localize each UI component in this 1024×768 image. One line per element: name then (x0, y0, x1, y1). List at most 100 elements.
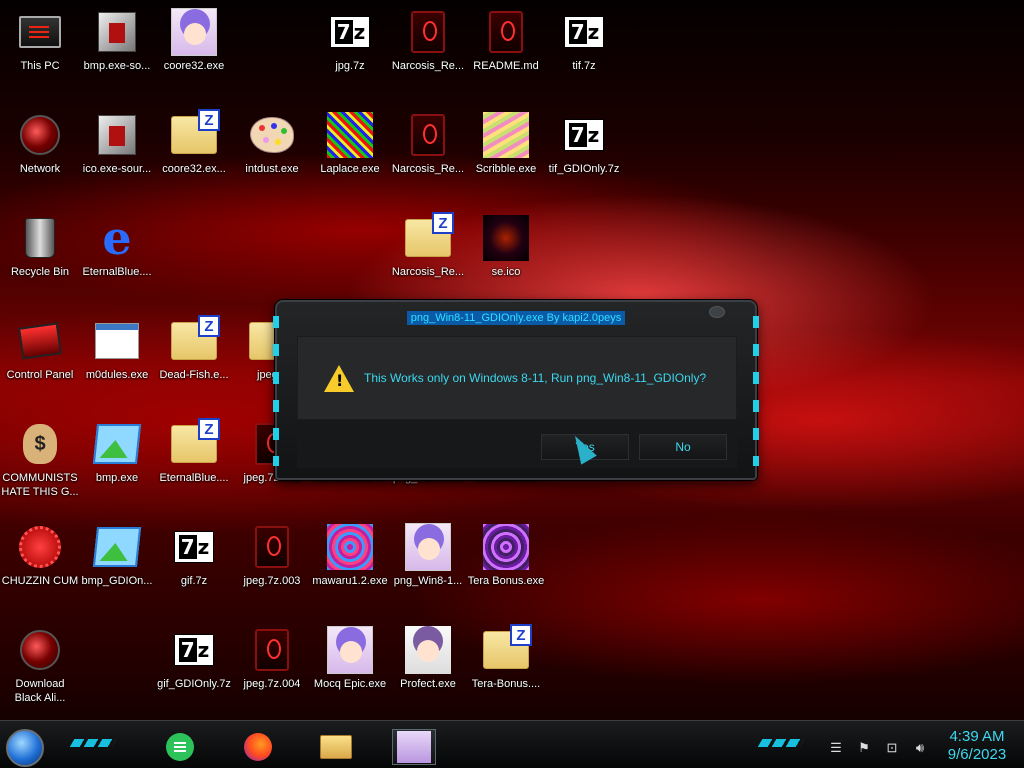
volume-icon[interactable]: 🔊︎ (912, 740, 928, 755)
desktop-icon-laplace-exe[interactable]: Laplace.exe (312, 111, 388, 176)
action-center-icon[interactable]: ⚑ (856, 740, 872, 755)
control-panel-icon (17, 322, 63, 360)
alien-icon (411, 11, 445, 53)
palette-icon (250, 117, 294, 153)
desktop-icon-ico-exe-sour[interactable]: ico.exe-sour... (79, 111, 155, 176)
icon-label: bmp_GDIOn... (81, 575, 153, 587)
desktop-icon-gif-7z[interactable]: 7z gif.7z (156, 523, 232, 588)
file-explorer-icon (320, 735, 352, 759)
zip-folder-icon: Z (405, 212, 454, 257)
icon-label: EternalBlue.... (159, 472, 229, 484)
desktop-icon-jpeg-7z-003[interactable]: jpeg.7z.003 (234, 523, 310, 588)
icon-label: gif.7z (180, 575, 208, 587)
icon-label: Tera Bonus.exe (467, 575, 545, 587)
icon-label: mawaru1.2.exe (312, 575, 388, 587)
icon-label: Scribble.exe (475, 163, 537, 175)
desktop-icon-this-pc[interactable]: This PC (2, 8, 78, 73)
desktop-icon-jpeg-7z-004[interactable]: jpeg.7z.004 (234, 626, 310, 691)
icon-label: coore32.ex... (162, 163, 226, 175)
dialog-decoration-left (273, 316, 279, 466)
alien-icon (411, 114, 445, 156)
desktop-icon-narcosis-re-2[interactable]: Narcosis_Re... (390, 111, 466, 176)
icon-label: gif_GDIOnly.7z (157, 678, 231, 690)
desktop-icon-tif-7z[interactable]: 7z tif.7z (546, 8, 622, 73)
desktop-icon-chuzzin-cum[interactable]: CHUZZIN CUM (2, 523, 78, 588)
desktop-icon-tera-bonus-folder[interactable]: Z Tera-Bonus.... (468, 624, 544, 691)
desktop-icon-bmp-exe-so[interactable]: bmp.exe-so... (79, 8, 155, 73)
image-icon (92, 527, 142, 567)
taskbar-app-notes[interactable] (158, 729, 202, 765)
desktop-icon-coore32-ex[interactable]: Z coore32.ex... (156, 109, 232, 176)
notes-icon (166, 733, 194, 761)
dialog-title: png_Win8-11_GDIOnly.exe By kapi2.0peys (277, 311, 755, 325)
icon-label: se.ico (491, 266, 521, 278)
taskbar-app-file-explorer[interactable] (314, 729, 358, 765)
icon-label: Narcosis_Re... (391, 60, 465, 72)
desktop-icon-narcosis-re-3[interactable]: Z Narcosis_Re... (390, 212, 466, 279)
dialog-footer: Yes No (297, 420, 737, 468)
network-icon[interactable]: ⊡ (884, 740, 900, 755)
desktop-icon-gif-gdionly-7z[interactable]: 7z gif_GDIOnly.7z (156, 626, 232, 691)
dialog-title-text: png_Win8-11_GDIOnly.exe By kapi2.0peys (406, 311, 626, 325)
desktop-icon-mocq-epic-exe[interactable]: Mocq Epic.exe (312, 626, 388, 691)
desktop-icon-download-black-ali[interactable]: Download Black Ali... (2, 626, 78, 705)
7z-icon: 7z (174, 531, 214, 563)
desktop-icon-eternalblue-1[interactable]: e EternalBlue.... (79, 214, 155, 279)
noise-icon (483, 112, 529, 158)
icon-label: png_Win8-1... (393, 575, 463, 587)
show-hidden-icons-icon[interactable]: ☰ (828, 740, 844, 755)
desktop-icon-intdust-exe[interactable]: intdust.exe (234, 111, 310, 176)
icon-label: Control Panel (6, 369, 74, 381)
desktop-icon-dead-fish-e[interactable]: Z Dead-Fish.e... (156, 315, 232, 382)
image-icon (92, 424, 142, 464)
desktop-icon-readme-md[interactable]: README.md (468, 8, 544, 73)
noise-icon (327, 112, 373, 158)
icon-label: Laplace.exe (320, 163, 380, 175)
alien-icon (489, 11, 523, 53)
icon-label: tif.7z (572, 60, 596, 72)
desktop-icon-jpg-7z[interactable]: 7z jpg.7z (312, 8, 388, 73)
desktop-icon-bmp-exe[interactable]: bmp.exe (79, 420, 155, 485)
taskbar-decoration-left (69, 739, 117, 747)
taskbar-app-running[interactable] (392, 729, 436, 765)
desktop-icon-bmp-gdion[interactable]: bmp_GDIOn... (79, 523, 155, 588)
desktop-icon-control-panel[interactable]: Control Panel (2, 317, 78, 382)
desktop-icon-png-win8-1[interactable]: png_Win8-1... (390, 523, 466, 588)
message-dialog: png_Win8-11_GDIOnly.exe By kapi2.0peys T… (273, 300, 759, 480)
alien-icon (255, 526, 289, 568)
icon-label: tif_GDIOnly.7z (548, 163, 620, 175)
taskbar-clock[interactable]: 4:39 AM 9/6/2023 (934, 728, 1020, 764)
desktop-icon-recycle-bin[interactable]: Recycle Bin (2, 214, 78, 279)
desktop-icon-m0dules-exe[interactable]: m0dules.exe (79, 317, 155, 382)
alien-icon (255, 629, 289, 671)
start-button[interactable] (6, 729, 44, 767)
taskbar-app-firefox[interactable] (236, 729, 280, 765)
desktop-icon-tif-gdionly-7z[interactable]: 7z tif_GDIOnly.7z (546, 111, 622, 176)
icon-label: ico.exe-sour... (82, 163, 152, 175)
noise-icon (327, 524, 373, 570)
icon-label: Tera-Bonus.... (471, 678, 541, 690)
desktop-icon-tera-bonus-exe[interactable]: Tera Bonus.exe (468, 523, 544, 588)
desktop-icon-profect-exe[interactable]: Profect.exe (390, 626, 466, 691)
desktop-icon-eternalblue-2[interactable]: Z EternalBlue.... (156, 418, 232, 485)
7z-icon: 7z (564, 16, 604, 48)
icon-label: coore32.exe (163, 60, 225, 72)
desktop-icon-scribble-exe[interactable]: Scribble.exe (468, 111, 544, 176)
icon-label: intdust.exe (245, 163, 299, 175)
anime-icon (405, 626, 451, 674)
warning-icon (324, 364, 354, 392)
zip-folder-icon: Z (171, 418, 220, 463)
desktop-icon-coore32-exe[interactable]: coore32.exe (156, 8, 232, 73)
7z-icon: 7z (330, 16, 370, 48)
firefox-icon (244, 733, 272, 761)
icon-label: Profect.exe (400, 678, 456, 690)
icon-label: This PC (20, 60, 60, 72)
desktop-icon-narcosis-re-1[interactable]: Narcosis_Re... (390, 8, 466, 73)
desktop-icon-mawaru12-exe[interactable]: mawaru1.2.exe (312, 523, 388, 588)
no-button[interactable]: No (639, 434, 727, 460)
desktop-icon-se-ico[interactable]: se.ico (468, 214, 544, 279)
zip-folder-icon: Z (483, 624, 532, 669)
desktop-icon-network[interactable]: Network (2, 111, 78, 176)
desktop-icon-communists[interactable]: $ COMMUNISTS HATE THIS G... (1, 420, 79, 499)
noise-icon (483, 215, 529, 261)
